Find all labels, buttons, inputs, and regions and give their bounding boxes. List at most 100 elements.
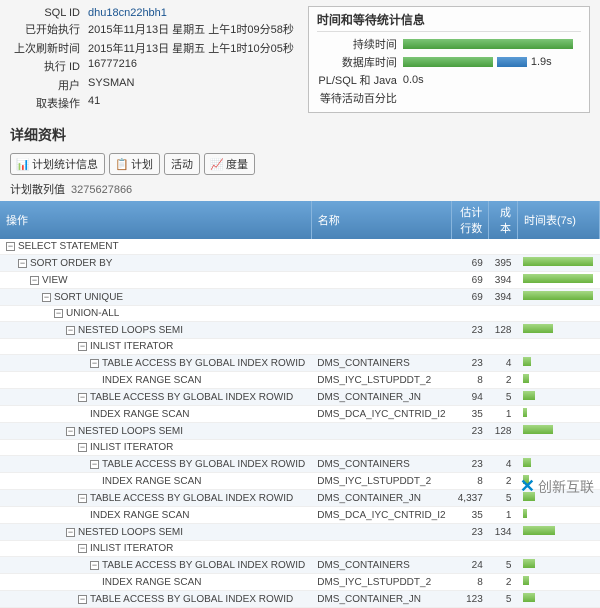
tree-toggle[interactable]: −: [78, 342, 87, 351]
name-cell: DMS_CONTAINER_JN: [311, 490, 451, 507]
operation-text: INDEX RANGE SCAN: [90, 409, 189, 420]
table-row[interactable]: INDEX RANGE SCANDMS_IYC_LSTUPDDT_282: [0, 574, 600, 591]
table-row[interactable]: −TABLE ACCESS BY GLOBAL INDEX ROWID DMS_C…: [0, 456, 600, 473]
table-row[interactable]: −TABLE ACCESS BY GLOBAL INDEX ROWID DMS_C…: [0, 557, 600, 574]
tree-toggle[interactable]: −: [18, 259, 27, 268]
tree-toggle[interactable]: −: [66, 427, 75, 436]
col-name[interactable]: 名称: [311, 201, 451, 239]
time-bar: [523, 274, 593, 283]
sql-id-link[interactable]: dhu18cn22hbh1: [88, 7, 167, 19]
name-cell: DMS_DCA_IYC_CNTRID_I2: [311, 406, 451, 423]
tree-toggle[interactable]: −: [90, 561, 99, 570]
time-bar: [523, 559, 535, 568]
operation-text: INDEX RANGE SCAN: [102, 375, 201, 386]
name-cell: DMS_CONTAINERS: [311, 557, 451, 574]
tree-toggle[interactable]: −: [78, 494, 87, 503]
table-row[interactable]: −SORT ORDER BY69395: [0, 255, 600, 272]
tab-bar: 📊计划统计信息 📋计划 活动 📈度量: [0, 151, 600, 177]
name-cell: DMS_DCA_IYC_CNTRID_I2: [311, 507, 451, 524]
col-est-rows[interactable]: 估计行数: [452, 201, 489, 239]
table-row[interactable]: −TABLE ACCESS BY GLOBAL INDEX ROWIDDMS_C…: [0, 355, 600, 372]
tree-toggle[interactable]: −: [78, 443, 87, 452]
table-row[interactable]: −INLIST ITERATOR: [0, 541, 600, 557]
tree-toggle[interactable]: −: [6, 242, 15, 251]
duration-bar: [403, 39, 573, 49]
tree-toggle[interactable]: −: [54, 309, 63, 318]
col-time[interactable]: 时间表(7s): [517, 201, 599, 239]
table-row[interactable]: −INLIST ITERATOR: [0, 339, 600, 355]
operation-text: TABLE ACCESS BY GLOBAL INDEX ROWID: [102, 560, 305, 571]
table-row[interactable]: −NESTED LOOPS SEMI23134: [0, 524, 600, 541]
name-cell: DMS_IYC_LSTUPDDT_2: [311, 372, 451, 389]
operation-text: TABLE ACCESS BY GLOBAL INDEX ROWID: [90, 392, 293, 403]
metrics-icon: 📈: [211, 158, 223, 170]
tree-toggle[interactable]: −: [42, 293, 51, 302]
tab-plan[interactable]: 📋计划: [109, 153, 160, 175]
name-cell: DMS_CONTAINERS: [311, 456, 451, 473]
operation-text: NESTED LOOPS SEMI: [78, 325, 183, 336]
col-cost[interactable]: 成本: [489, 201, 518, 239]
operation-text: VIEW: [42, 275, 68, 286]
time-bar: [523, 374, 529, 383]
table-row[interactable]: −INLIST ITERATOR: [0, 440, 600, 456]
operation-text: NESTED LOOPS SEMI: [78, 527, 183, 538]
table-row[interactable]: −TABLE ACCESS BY GLOBAL INDEX ROWID DMS_C…: [0, 389, 600, 406]
name-cell: [311, 423, 451, 440]
last-refresh: 2015年11月13日 星期五 上午1时10分05秒: [84, 39, 298, 58]
time-bar: [523, 458, 531, 467]
operation-text: TABLE ACCESS BY GLOBAL INDEX ROWID: [102, 459, 305, 470]
operation-text: INDEX RANGE SCAN: [102, 577, 201, 588]
details-title: 详细资料: [0, 119, 600, 151]
table-row[interactable]: −TABLE ACCESS BY GLOBAL INDEX ROWIDDMS_C…: [0, 490, 600, 507]
tree-toggle[interactable]: −: [78, 595, 87, 604]
operation-text: INDEX RANGE SCAN: [90, 510, 189, 521]
name-cell: [311, 255, 451, 272]
time-stats-panel: 时间和等待统计信息 持续时间 数据库时间 1.9s PL/SQL 和 Java …: [308, 6, 590, 113]
table-row[interactable]: −VIEW69394: [0, 272, 600, 289]
tree-toggle[interactable]: −: [30, 276, 39, 285]
table-row[interactable]: −NESTED LOOPS SEMI23128: [0, 322, 600, 339]
tree-toggle[interactable]: −: [78, 393, 87, 402]
time-bar: [523, 593, 535, 602]
tab-plan-stats[interactable]: 📊计划统计信息: [10, 153, 105, 175]
name-cell: DMS_CONTAINER_JN: [311, 389, 451, 406]
table-row[interactable]: −TABLE ACCESS BY GLOBAL INDEX ROWIDDMS_C…: [0, 591, 600, 608]
operation-text: NESTED LOOPS SEMI: [78, 426, 183, 437]
tab-activity[interactable]: 活动: [164, 153, 200, 175]
operation-text: SELECT STATEMENT: [18, 241, 119, 252]
col-operation[interactable]: 操作: [0, 201, 311, 239]
table-row[interactable]: INDEX RANGE SCANDMS_IYC_LSTUPDDT_282: [0, 372, 600, 389]
operation-text: INLIST ITERATOR: [90, 442, 173, 453]
name-cell: DMS_IYC_LSTUPDDT_2: [311, 473, 451, 490]
tab-metrics[interactable]: 📈度量: [204, 153, 255, 175]
table-row[interactable]: −SORT UNIQUE69394: [0, 289, 600, 306]
tree-toggle[interactable]: −: [90, 359, 99, 368]
table-row[interactable]: −SELECT STATEMENT: [0, 239, 600, 255]
time-bar: [523, 291, 593, 300]
tree-toggle[interactable]: −: [66, 528, 75, 537]
name-cell: DMS_CONTAINERS: [311, 355, 451, 372]
time-bar: [523, 576, 529, 585]
time-bar: [523, 391, 535, 400]
user: SYSMAN: [84, 76, 298, 95]
table-row[interactable]: INDEX RANGE SCANDMS_DCA_IYC_CNTRID_I2351: [0, 406, 600, 423]
time-bar: [523, 425, 553, 434]
table-row[interactable]: −UNION-ALL: [0, 306, 600, 322]
time-bar: [523, 408, 527, 417]
tree-toggle[interactable]: −: [66, 326, 75, 335]
last-exec: 2015年11月13日 星期五 上午1时09分58秒: [84, 20, 298, 39]
plan-icon: 📋: [116, 158, 128, 170]
operation-text: UNION-ALL: [66, 308, 119, 319]
name-cell: [311, 306, 451, 322]
stats-title: 时间和等待统计信息: [317, 11, 581, 32]
time-bar: [523, 257, 593, 266]
table-row[interactable]: −NESTED LOOPS SEMI23128: [0, 423, 600, 440]
tree-toggle[interactable]: −: [78, 544, 87, 553]
table-row[interactable]: INDEX RANGE SCANDMS_DCA_IYC_CNTRID_I2351: [0, 507, 600, 524]
table-row[interactable]: INDEX RANGE SCANDMS_IYC_LSTUPDDT_282: [0, 473, 600, 490]
tree-toggle[interactable]: −: [90, 460, 99, 469]
plan-hash: 计划散列值3275627866: [0, 177, 600, 201]
name-cell: [311, 272, 451, 289]
plan-table: 操作 名称 估计行数 成本 时间表(7s) −SELECT STATEMENT−…: [0, 201, 600, 608]
name-cell: [311, 239, 451, 255]
